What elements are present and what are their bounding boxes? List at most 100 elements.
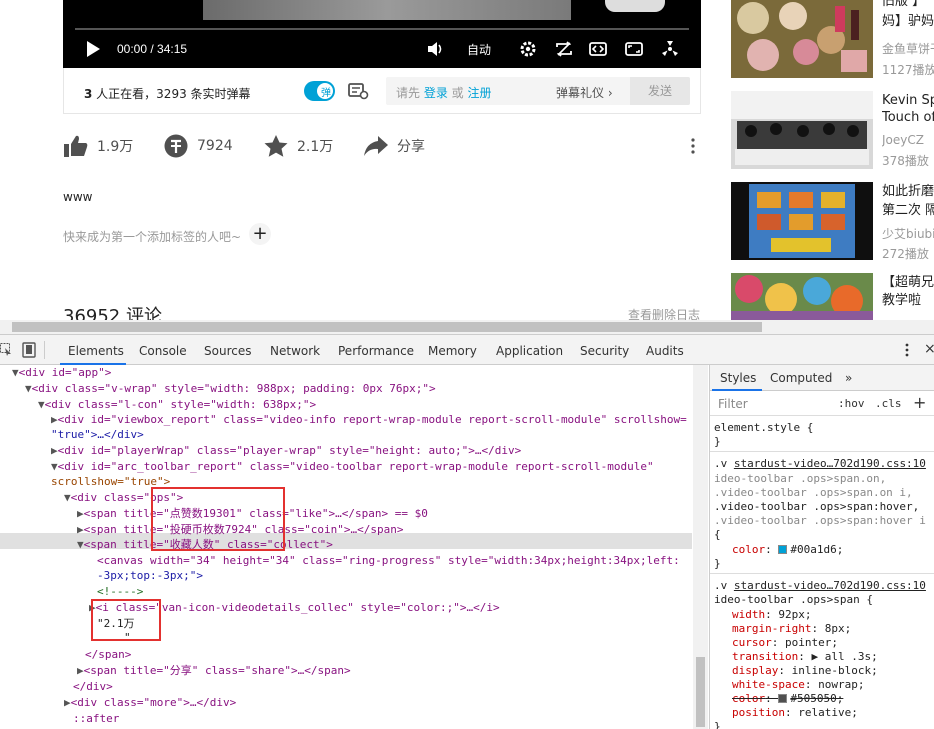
tab-application[interactable]: Application [496,344,563,358]
add-rule-icon[interactable]: + [913,393,926,412]
recommend-title-top[interactable]: 旧版 】 [882,0,934,11]
dom-node[interactable]: ▼<div id="arc_toolbar_report" class="vid… [51,459,654,474]
tab-styles[interactable]: Styles [720,371,756,385]
color-swatch[interactable] [778,694,788,703]
horizontal-scrollbar[interactable] [0,320,934,334]
danmaku-settings-button[interactable] [348,82,370,100]
settings-button[interactable] [519,38,537,60]
style-declaration[interactable]: margin-right: 8px; [732,622,851,636]
tab-network[interactable]: Network [270,344,320,358]
element-style-rule[interactable]: element.style { [714,421,813,435]
web-fullscreen-button[interactable] [625,38,643,60]
rule-source-text[interactable]: stardust-video…702d190.css:10 [734,579,926,592]
danmaku-toggle[interactable]: 弹 [304,81,335,101]
dom-node-close[interactable]: </span> [85,647,131,662]
rule-source-text[interactable]: stardust-video…702d190.css:10 [734,457,926,470]
share-button[interactable]: 分享 [363,130,425,162]
delete-log-link[interactable]: 查看删除日志 [628,306,700,320]
dom-node[interactable]: ▼<div id="app"> [12,365,111,380]
tab-computed[interactable]: Computed [770,371,832,385]
progress-bar[interactable] [75,28,689,30]
recommend-up[interactable]: 少艾biubiu [882,225,934,242]
dom-node-canvas[interactable]: <canvas width="34" height="34" class="ri… [97,553,680,568]
danmaku-input[interactable]: 请先 登录 或 注册 弹幕礼仪 › 发送 [386,77,690,105]
dom-comment[interactable]: <!----> [97,584,143,599]
recommend-up[interactable]: JoeyCZ [882,133,934,147]
rule-source-link[interactable]: .v stardust-video…702d190.css:10 [714,457,926,471]
quality-selector[interactable]: 自动 [467,38,491,60]
style-declaration[interactable]: white-space: nowrap; [732,678,864,692]
rule-source-link[interactable]: .v stardust-video…702d190.css:10 [714,579,926,593]
loop-button[interactable] [555,38,573,60]
tab-console[interactable]: Console [139,344,187,358]
fullscreen-button[interactable] [661,38,679,60]
danmaku-etiquette-link[interactable]: 弹幕礼仪 › [556,84,613,101]
style-declaration[interactable]: transition: ▶ all .3s; [732,650,878,664]
tab-memory[interactable]: Memory [428,344,477,358]
recommend-title[interactable]: 如此折磨 [882,182,934,201]
inspect-element-icon[interactable] [0,343,12,357]
style-declaration[interactable]: display: inline-block; [732,664,878,678]
danmaku-placeholder: 请先 登录 或 注册 [396,84,492,101]
recommend-thumbnail[interactable] [731,182,873,260]
more-tabs-icon[interactable]: » [845,371,852,385]
style-declaration-overridden[interactable]: color: #505050; [732,692,843,706]
recommend-title-line2[interactable]: 第二次 隔 [882,201,934,220]
dom-node-share[interactable]: ▶<span title="分享" class="share">…</span> [77,663,351,678]
tab-security[interactable]: Security [580,344,629,358]
recommend-title-line2[interactable]: Touch of [882,108,934,127]
dom-node[interactable]: ▼<div class="v-wrap" style="width: 988px… [25,381,436,396]
like-button[interactable]: 1.9万 [63,130,133,162]
recommend-thumbnail[interactable] [731,0,873,78]
tab-audits[interactable]: Audits [646,344,684,358]
dom-pseudo[interactable]: ::after [73,711,119,726]
dom-node-close[interactable]: </div> [73,679,113,694]
recommend-title[interactable]: 妈】驴妈 [882,12,934,31]
annotation-box-count [91,599,161,641]
add-tag-button[interactable]: + [249,223,271,245]
more-options-icon[interactable] [690,136,696,156]
elements-scrollbar[interactable] [693,365,708,729]
dom-node-more[interactable]: ▶<div class="more">…</div> [64,695,236,710]
tab-elements[interactable]: Elements [68,344,124,358]
style-declaration[interactable]: cursor: pointer; [732,636,838,650]
send-button[interactable]: 发送 [630,77,690,105]
collect-button[interactable]: 2.1万 [263,130,333,162]
play-button[interactable] [85,38,101,60]
devtools-close-icon[interactable]: × [924,341,934,357]
loop-icon [556,41,572,57]
dom-node[interactable]: ▶<div id="playerWrap" class="player-wrap… [51,443,521,458]
coin-button[interactable]: 7924 [163,130,233,162]
recommend-title[interactable]: 【超萌兄 [882,273,934,292]
class-toggle[interactable]: .cls [875,397,902,410]
style-declaration[interactable]: position: relative; [732,706,858,720]
devtools-menu-icon[interactable] [904,342,910,358]
device-toolbar-icon[interactable] [22,342,36,358]
scrollbar-thumb[interactable] [696,657,705,727]
recommend-item[interactable]: 【超萌兄 教学啦 [731,273,934,320]
recommend-item[interactable]: 旧版 】 妈】驴妈 金鱼草饼干 1127播放 [731,0,934,84]
recommend-thumbnail[interactable] [731,91,873,169]
dom-node[interactable]: ▶<div id="viewbox_report" class="video-i… [51,412,687,427]
volume-button[interactable] [427,38,445,60]
property-value: inline-block; [791,664,878,677]
tab-performance[interactable]: Performance [338,344,414,358]
dom-node[interactable]: ▼<div class="l-con" style="width: 638px;… [38,397,316,412]
filter-input[interactable]: Filter [718,397,748,411]
scrollbar-thumb[interactable] [12,322,762,332]
hover-toggle[interactable]: :hov [838,397,865,410]
video-player[interactable]: 00:00 / 34:15 自动 [63,0,701,68]
style-declaration[interactable]: color: #00a1d6; [732,543,843,557]
recommend-up[interactable]: 金鱼草饼干 [882,40,934,57]
styles-filter-bar: Filter :hov .cls + [710,392,934,416]
recommend-thumbnail[interactable] [731,273,873,320]
widescreen-button[interactable] [589,38,607,60]
register-link[interactable]: 注册 [467,86,491,100]
recommend-item[interactable]: 如此折磨 第二次 隔 少艾biubiu 272播放 · [731,182,934,266]
recommend-title-line2[interactable]: 教学啦 [882,291,934,310]
login-link[interactable]: 登录 [424,86,448,100]
tab-sources[interactable]: Sources [204,344,251,358]
style-declaration[interactable]: width: 92px; [732,608,812,622]
recommend-item[interactable]: Kevin Sp Touch of JoeyCZ 378播放 · [731,91,934,175]
color-swatch[interactable] [778,545,788,554]
